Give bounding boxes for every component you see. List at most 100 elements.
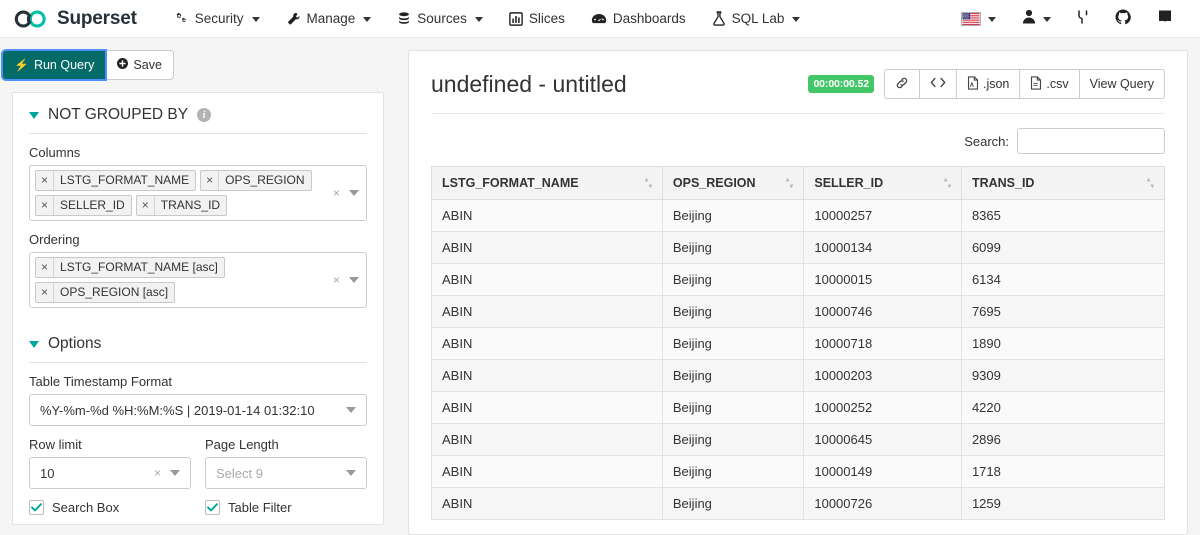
clear-selection-icon[interactable]: × [154,466,161,480]
ordering-label: Ordering [29,232,80,248]
table-cell: 10000645 [803,423,962,456]
table-search-row: Search: [431,114,1165,166]
table-row: ABIN Beijing 10000726 1259 [431,487,1166,520]
ordering-tag[interactable]: × OPS_REGION [asc] [35,282,176,304]
page-length-field: Page Length Select 9 [205,437,367,490]
column-header-trans-id[interactable]: TRANS_ID [960,166,1166,200]
github-icon [1115,9,1131,30]
clear-selection-icon[interactable]: × [333,273,340,287]
ordering-select[interactable]: × LSTG_FORMAT_NAME [asc] × OPS_REGION [a… [29,252,367,309]
table-filter-checkbox[interactable]: Table Filter [205,500,367,516]
column-header-lstg-format-name[interactable]: LSTG_FORMAT_NAME [431,166,663,200]
table-cell: 4220 [960,391,1166,424]
branch-link[interactable] [1064,3,1102,36]
column-header-label: TRANS_ID [971,176,1035,190]
tag-label: LSTG_FORMAT_NAME [60,173,190,188]
timestamp-format-field: Table Timestamp Format %Y-%m-%d %H:%M:%S… [29,374,367,427]
table-cell: ABIN [431,327,663,360]
table-cell: 2896 [960,423,1166,456]
column-header-seller-id[interactable]: SELLER_ID [803,166,962,200]
github-link[interactable] [1102,3,1144,36]
brand-logo-link[interactable]: Superset [14,8,137,30]
table-cell: ABIN [431,391,663,424]
row-limit-label: Row limit [29,437,82,453]
timestamp-format-select[interactable]: %Y-%m-%d %H:%M:%S | 2019-01-14 01:32:10 [29,394,367,427]
columns-tag[interactable]: × TRANS_ID [135,195,228,217]
row-limit-select[interactable]: 10 × [29,457,191,490]
share-link-button[interactable] [883,69,920,99]
page-length-label: Page Length [205,437,279,453]
page-length-select[interactable]: Select 9 [205,457,367,490]
search-box-checkbox[interactable]: Search Box [29,500,191,516]
language-selector[interactable] [948,6,1009,32]
row-limit-field: Row limit 10 × [29,437,191,490]
gears-icon [174,12,189,26]
tag-label: OPS_REGION [asc] [60,285,169,300]
docs-link[interactable] [1144,3,1186,35]
info-icon[interactable]: i [197,108,212,123]
export-json-button[interactable]: .json [955,69,1021,99]
nav-item-security[interactable]: Security [161,5,273,32]
remove-tag-icon[interactable]: × [137,196,155,216]
chart-header: undefined - untitled 00:00:00.52 .json .… [431,69,1165,114]
columns-tag[interactable]: × OPS_REGION [200,170,312,192]
select-actions: × [333,273,359,287]
results-table-head: LSTG_FORMAT_NAME OPS_REGION SELLER_ID TR… [431,166,1166,200]
nav-item-manage[interactable]: Manage [273,5,385,32]
nav-item-label: Manage [306,11,356,26]
dropdown-arrow-icon[interactable] [349,277,359,284]
tag-label: OPS_REGION [225,173,305,188]
export-csv-button[interactable]: .csv [1019,69,1080,99]
table-row: ABIN Beijing 10000252 4220 [431,391,1166,424]
clear-selection-icon[interactable]: × [333,186,340,200]
dropdown-arrow-icon[interactable] [349,190,359,197]
table-cell: ABIN [431,423,663,456]
run-query-button[interactable]: ⚡ Run Query [0,48,108,82]
table-cell: 9309 [960,359,1166,392]
column-header-label: LSTG_FORMAT_NAME [442,176,579,190]
branch-icon [1077,9,1089,30]
chart-panel: undefined - untitled 00:00:00.52 .json .… [408,50,1188,535]
columns-tag[interactable]: × SELLER_ID [35,195,132,217]
chevron-down-icon [251,16,260,22]
nav-item-dashboards[interactable]: Dashboards [578,5,699,32]
view-query-button[interactable]: View Query [1078,69,1165,99]
user-menu[interactable] [1009,3,1064,35]
limit-row: Row limit 10 × Page Length Select 9 [29,437,367,490]
search-input[interactable] [1017,128,1165,154]
remove-tag-icon[interactable]: × [36,171,55,191]
dropdown-arrow-icon[interactable] [346,407,356,414]
table-cell: 6134 [960,263,1166,296]
remove-tag-icon[interactable]: × [36,258,55,278]
view-code-button[interactable] [918,69,957,99]
page-title: undefined - untitled [431,70,627,97]
table-cell: Beijing [661,359,805,392]
table-cell: ABIN [431,263,663,296]
columns-tag[interactable]: × LSTG_FORMAT_NAME [35,170,197,192]
dropdown-arrow-icon[interactable] [346,470,356,477]
ordering-tag[interactable]: × LSTG_FORMAT_NAME [asc] [35,257,225,279]
nav-item-slices[interactable]: Slices [496,5,578,32]
save-button[interactable]: Save [105,50,174,81]
nav-item-sources[interactable]: Sources [384,5,496,32]
table-cell: Beijing [661,327,805,360]
table-cell: 10000015 [803,263,962,296]
sort-icon [785,177,794,189]
column-header-ops-region[interactable]: OPS_REGION [661,166,805,200]
remove-tag-icon[interactable]: × [36,283,55,303]
dropdown-arrow-icon[interactable] [170,470,180,477]
run-query-label: Run Query [33,58,95,72]
columns-select[interactable]: × LSTG_FORMAT_NAME × OPS_REGION × SELLER… [29,165,367,222]
table-cell: Beijing [661,199,805,232]
table-cell: 10000134 [803,231,962,264]
nav-item-sql-lab[interactable]: SQL Lab [699,5,814,32]
us-flag-icon [961,12,981,26]
flask-icon [712,11,726,26]
columns-label: Columns [29,145,81,161]
user-icon [1022,9,1036,29]
section-header-not-grouped-by[interactable]: NOT GROUPED BY i [29,93,367,135]
remove-tag-icon[interactable]: × [36,196,55,216]
section-header-options[interactable]: Options [29,322,367,364]
remove-tag-icon[interactable]: × [201,171,220,191]
table-row: ABIN Beijing 10000257 8365 [431,199,1166,232]
